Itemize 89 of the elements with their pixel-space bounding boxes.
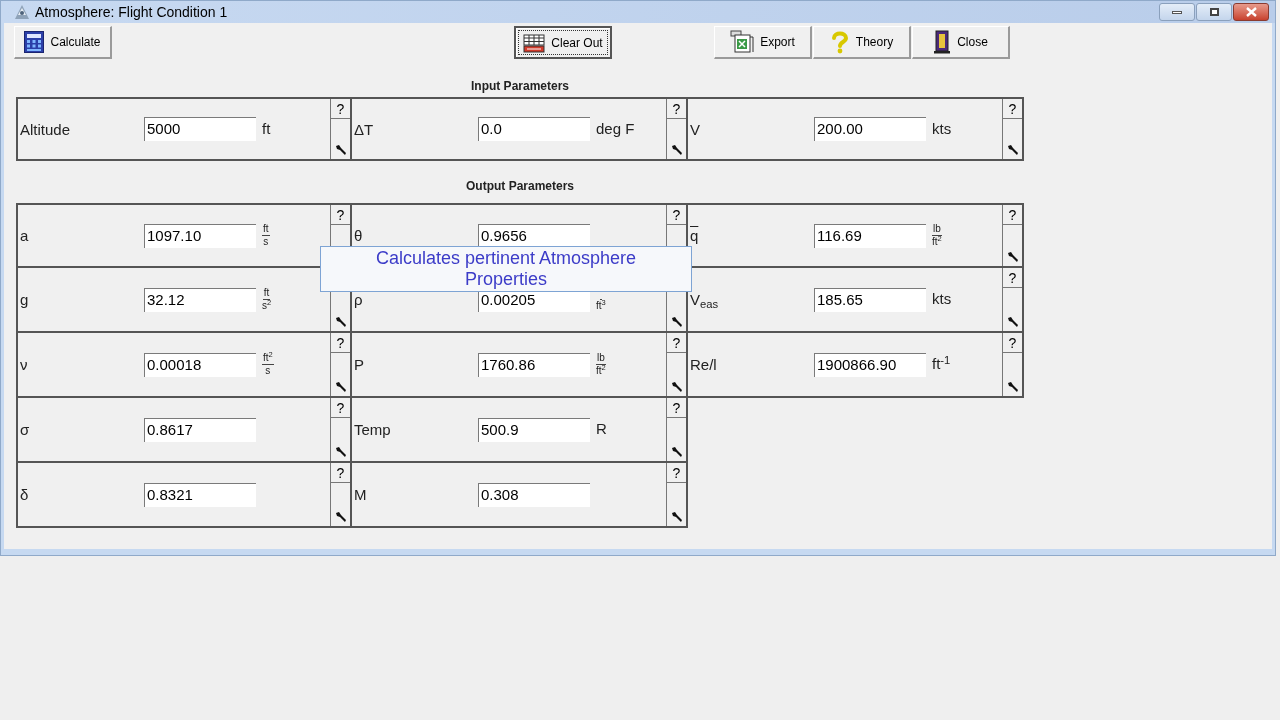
wrench-icon xyxy=(334,511,347,523)
wrench-icon xyxy=(1006,316,1019,328)
minimize-button[interactable] xyxy=(1159,3,1195,21)
value-field[interactable]: 32.12 xyxy=(144,287,256,312)
toolbar-button[interactable]: Calculate xyxy=(14,26,112,59)
parameter-label: Altitude xyxy=(19,119,72,140)
maximize-button[interactable] xyxy=(1196,3,1232,21)
value-field[interactable]: 0.8617 xyxy=(144,417,256,442)
wrench-icon xyxy=(334,446,347,458)
help-button[interactable]: ? xyxy=(672,206,681,223)
section-heading: Output Parameters xyxy=(465,178,575,194)
unit-fraction: ft s$^{2}$ xyxy=(262,287,272,312)
toolbar-button[interactable]: Close xyxy=(912,26,1010,59)
parameter-label: σ xyxy=(19,420,31,441)
wrench-icon xyxy=(334,144,347,156)
toolbar-button[interactable]: Export xyxy=(714,26,812,59)
wrench-icon xyxy=(1006,381,1019,393)
parameter-label: Temp xyxy=(353,420,392,441)
parameter-label: δ xyxy=(19,485,30,506)
help-button[interactable]: ? xyxy=(1008,206,1017,223)
parameter-label: θ xyxy=(353,226,364,247)
wrench-icon xyxy=(334,381,347,393)
unit-fraction: ft$^{2}$ s xyxy=(262,352,274,377)
help-button[interactable]: ? xyxy=(1008,334,1017,351)
value-field[interactable]: 0.00018 xyxy=(144,352,256,377)
unit-fraction: lb ft$^{2}$ xyxy=(596,352,606,377)
wrench-icon xyxy=(670,381,683,393)
parameter-label: ν xyxy=(19,355,29,376)
parameter-label: a xyxy=(19,226,30,247)
help-button[interactable]: ? xyxy=(336,334,345,351)
help-button[interactable]: ? xyxy=(336,399,345,416)
tooltip: Calculates pertinent Atmosphere Properties xyxy=(320,246,692,292)
wrench-icon xyxy=(670,144,683,156)
unit-fraction: lb ft$^{2}$ xyxy=(932,223,942,248)
parameter-label: Re/l xyxy=(689,355,718,376)
help-button[interactable]: ? xyxy=(672,464,681,481)
value-field[interactable]: 1760.86 xyxy=(478,352,590,377)
parameter-label: M xyxy=(353,485,368,506)
help-button[interactable]: ? xyxy=(336,100,345,117)
parameter-label: g xyxy=(19,290,30,311)
unit-fraction: ft s xyxy=(262,223,270,248)
calculator-icon xyxy=(24,31,45,53)
value-field[interactable]: 200.00 xyxy=(814,117,926,141)
parameter-label: V$_{eas}$ xyxy=(689,290,720,312)
value-field[interactable]: 0.308 xyxy=(478,482,590,507)
unit-label: kts xyxy=(932,289,952,310)
unit-label: ft xyxy=(262,118,271,139)
help-button[interactable]: ? xyxy=(672,399,681,416)
window-title: Atmosphere: Flight Condition 1 xyxy=(35,2,228,22)
unit-label: R xyxy=(596,419,607,440)
grid-icon xyxy=(523,32,546,53)
door-icon xyxy=(933,30,952,54)
toolbar-button[interactable]: Clear Out xyxy=(514,26,612,59)
unit-label: ft$^{-1}$ xyxy=(932,353,951,375)
help-button[interactable]: ? xyxy=(1008,100,1017,117)
question-mark-icon xyxy=(829,30,850,54)
parameter-label: q xyxy=(689,226,700,247)
value-field[interactable]: 5000 xyxy=(144,117,256,141)
unit-label: deg F xyxy=(596,118,635,139)
parameter-label: ρ xyxy=(353,290,364,311)
parameter-label: P xyxy=(353,355,365,376)
wrench-icon xyxy=(670,511,683,523)
help-button[interactable]: ? xyxy=(672,100,681,117)
help-button[interactable]: ? xyxy=(336,206,345,223)
spreadsheet-icon xyxy=(730,30,755,54)
wrench-icon xyxy=(670,446,683,458)
value-field[interactable]: 185.65 xyxy=(814,287,926,312)
app-icon xyxy=(13,3,31,21)
close-icon xyxy=(1245,7,1257,17)
wrench-icon xyxy=(670,316,683,328)
parameter-label: V xyxy=(689,119,701,140)
wrench-icon xyxy=(1006,251,1019,263)
value-field[interactable]: 116.69 xyxy=(814,223,926,248)
value-field[interactable]: 1900866.90 xyxy=(814,352,926,377)
value-field[interactable]: 500.9 xyxy=(478,417,590,442)
toolbar-button[interactable]: Theory xyxy=(813,26,911,59)
unit-label: kts xyxy=(932,118,952,139)
help-button[interactable]: ? xyxy=(336,464,345,481)
help-button[interactable]: ? xyxy=(1008,269,1017,286)
help-button[interactable]: ? xyxy=(672,334,681,351)
value-field[interactable]: 0.0 xyxy=(478,117,590,141)
close-button[interactable] xyxy=(1233,3,1269,21)
section-heading: Input Parameters xyxy=(469,78,570,94)
value-field[interactable]: 1097.10 xyxy=(144,223,256,248)
parameter-label: ΔT xyxy=(353,119,375,140)
value-field[interactable]: 0.8321 xyxy=(144,482,256,507)
wrench-icon xyxy=(1006,144,1019,156)
value-field[interactable]: 0.9656 xyxy=(478,223,590,248)
wrench-icon xyxy=(334,316,347,328)
